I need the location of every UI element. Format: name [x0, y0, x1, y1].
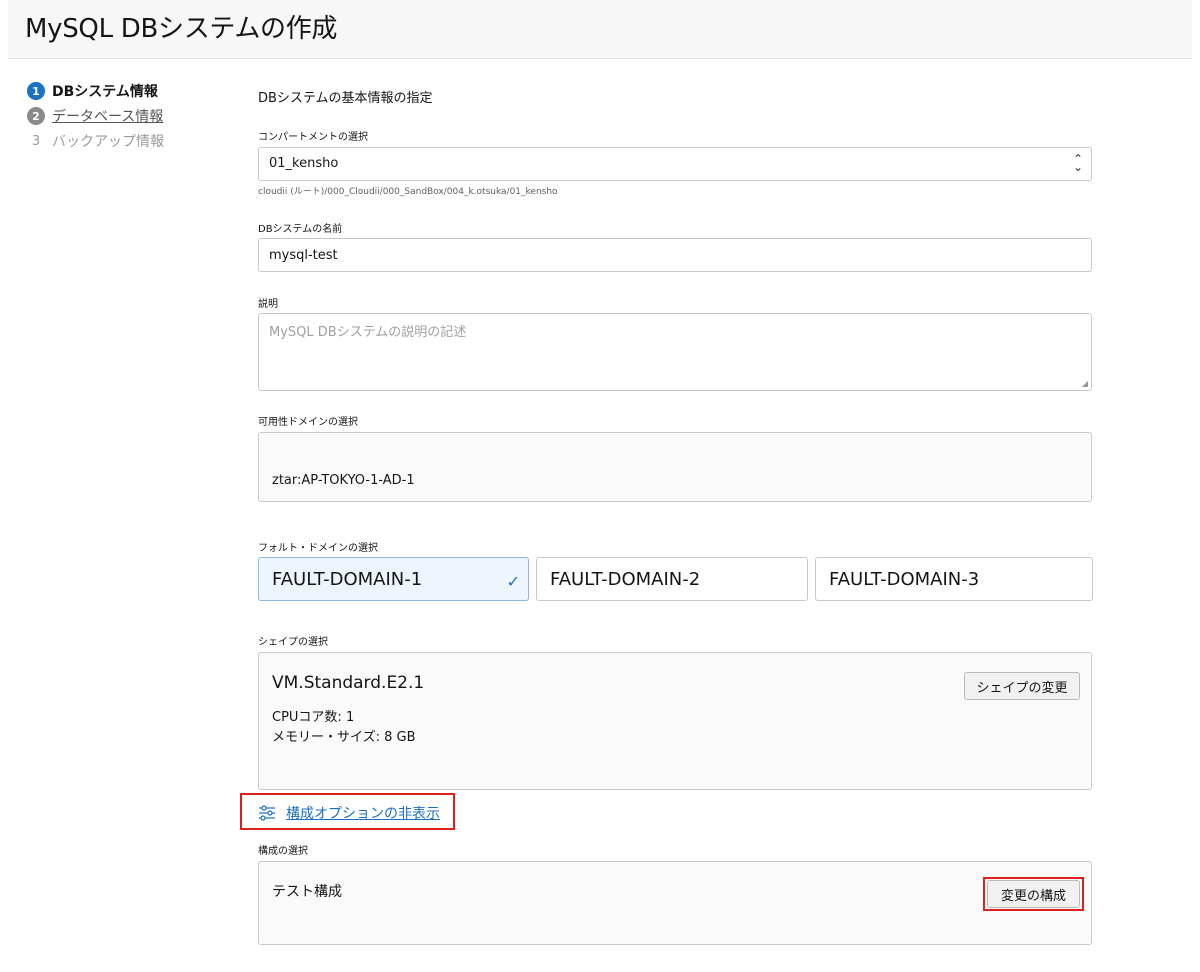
- shape-label: シェイプの選択: [258, 637, 328, 648]
- db-system-name-value: mysql-test: [269, 248, 338, 263]
- page-title: MySQL DBシステムの作成: [25, 14, 338, 44]
- step-number: 2: [27, 107, 45, 125]
- shape-cpu: CPUコア数: 1: [272, 710, 355, 725]
- compartment-select[interactable]: 01_kensho ⌃ ⌄: [258, 147, 1092, 181]
- step-number: 3: [31, 133, 41, 149]
- fault-domain-3-label: FAULT-DOMAIN-3: [829, 568, 980, 590]
- fault-domain-1-label: FAULT-DOMAIN-1: [272, 568, 423, 590]
- description-textarea[interactable]: MySQL DBシステムの説明の記述 ◢: [258, 313, 1092, 391]
- fault-domain-2-label: FAULT-DOMAIN-2: [550, 568, 701, 590]
- availability-domain-card[interactable]: ztar:AP-TOKYO-1-AD-1: [258, 432, 1092, 502]
- description-placeholder: MySQL DBシステムの説明の記述: [269, 325, 467, 340]
- change-shape-button[interactable]: シェイプの変更: [964, 672, 1080, 700]
- fault-domain-3-option[interactable]: FAULT-DOMAIN-3: [815, 557, 1093, 601]
- config-options-toggle-label: 構成オプションの非表示: [286, 806, 440, 822]
- db-system-name-input[interactable]: mysql-test: [258, 238, 1092, 272]
- fault-domain-2-option[interactable]: FAULT-DOMAIN-2: [536, 557, 808, 601]
- config-options-toggle[interactable]: 構成オプションの非表示: [258, 803, 440, 823]
- compartment-path: cloudii (ルート)/000_Cloudii/000_SandBox/00…: [258, 187, 558, 197]
- sliders-icon: [259, 805, 275, 821]
- configuration-label: 構成の選択: [258, 846, 308, 857]
- db-system-name-label: DBシステムの名前: [258, 224, 343, 235]
- step-label: データベース情報: [52, 109, 164, 125]
- section-title: DBシステムの基本情報の指定: [258, 91, 433, 106]
- page-header: MySQL DBシステムの作成: [8, 0, 1192, 59]
- shape-memory: メモリー・サイズ: 8 GB: [272, 730, 416, 745]
- description-label: 説明: [258, 299, 278, 310]
- step-backup-info: 3 バックアップ情報: [27, 130, 164, 152]
- resize-handle-icon[interactable]: ◢: [1082, 379, 1088, 388]
- shape-card: VM.Standard.E2.1 CPUコア数: 1 メモリー・サイズ: 8 G…: [258, 652, 1092, 790]
- step-db-system-info[interactable]: 1 DBシステム情報: [27, 80, 158, 102]
- configuration-value: テスト構成: [272, 884, 342, 900]
- select-arrows-icon: ⌃ ⌄: [1072, 152, 1083, 174]
- step-database-info[interactable]: 2 データベース情報: [27, 105, 163, 127]
- change-configuration-button[interactable]: 変更の構成: [987, 880, 1080, 908]
- configuration-card: テスト構成: [258, 861, 1092, 945]
- step-label: DBシステム情報: [52, 84, 158, 100]
- compartment-value: 01_kensho: [269, 156, 339, 171]
- checkmark-icon: ✓: [506, 572, 520, 591]
- fault-domain-1-option[interactable]: FAULT-DOMAIN-1 ✓: [258, 557, 529, 601]
- shape-name: VM.Standard.E2.1: [272, 673, 425, 693]
- compartment-label: コンパートメントの選択: [258, 132, 368, 143]
- availability-domain-value: ztar:AP-TOKYO-1-AD-1: [272, 473, 415, 488]
- fault-domain-label: フォルト・ドメインの選択: [258, 543, 378, 554]
- main-panel: [8, 59, 1192, 955]
- step-label: バックアップ情報: [52, 134, 164, 150]
- availability-domain-label: 可用性ドメインの選択: [258, 417, 358, 428]
- step-number: 1: [27, 82, 45, 100]
